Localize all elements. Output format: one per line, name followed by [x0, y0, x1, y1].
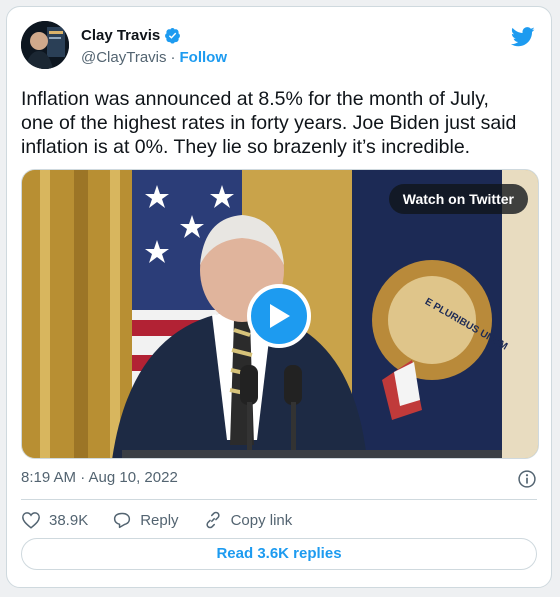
tweet-timestamp[interactable]: 8:19 AM · Aug 10, 2022	[21, 469, 178, 486]
avatar[interactable]	[21, 21, 69, 69]
copy-link-button[interactable]: Copy link	[203, 510, 293, 530]
reply-button[interactable]: Reply	[112, 511, 179, 529]
tweet-actions: 38.9K Reply Copy link	[21, 507, 537, 533]
tweet-meta: 8:19 AM · Aug 10, 2022	[21, 469, 537, 493]
reply-icon	[114, 512, 131, 529]
tweet-text: Inflation was announced at 8.5% for the …	[21, 88, 517, 158]
like-count: 38.9K	[49, 511, 89, 529]
divider	[21, 499, 537, 500]
video-media[interactable]: E PLURIBUS UNUM Watch on Twitter	[21, 169, 539, 459]
tweet-header: Clay Travis @ClayTravis · Follow	[21, 21, 537, 73]
reply-label: Reply	[140, 511, 179, 529]
verified-badge-icon	[165, 27, 181, 44]
like-button[interactable]: 38.9K	[21, 511, 88, 529]
author-handle[interactable]: @ClayTravis	[81, 49, 167, 66]
play-icon	[270, 304, 290, 328]
copy-link-label: Copy link	[230, 511, 293, 529]
author-name[interactable]: Clay Travis	[81, 27, 160, 44]
tweet-card: Clay Travis @ClayTravis · Follow Inflation…	[6, 6, 552, 588]
avatar-image	[21, 21, 69, 69]
play-button[interactable]	[247, 284, 311, 348]
heart-icon	[22, 512, 40, 529]
link-icon	[205, 511, 220, 529]
handle-separator: ·	[170, 49, 176, 66]
info-icon[interactable]	[517, 469, 537, 489]
twitter-bird-icon[interactable]	[511, 27, 535, 47]
follow-button[interactable]: Follow	[180, 49, 228, 66]
read-replies-button[interactable]: Read 3.6K replies	[21, 538, 537, 570]
watch-on-twitter-button[interactable]: Watch on Twitter	[388, 184, 528, 214]
